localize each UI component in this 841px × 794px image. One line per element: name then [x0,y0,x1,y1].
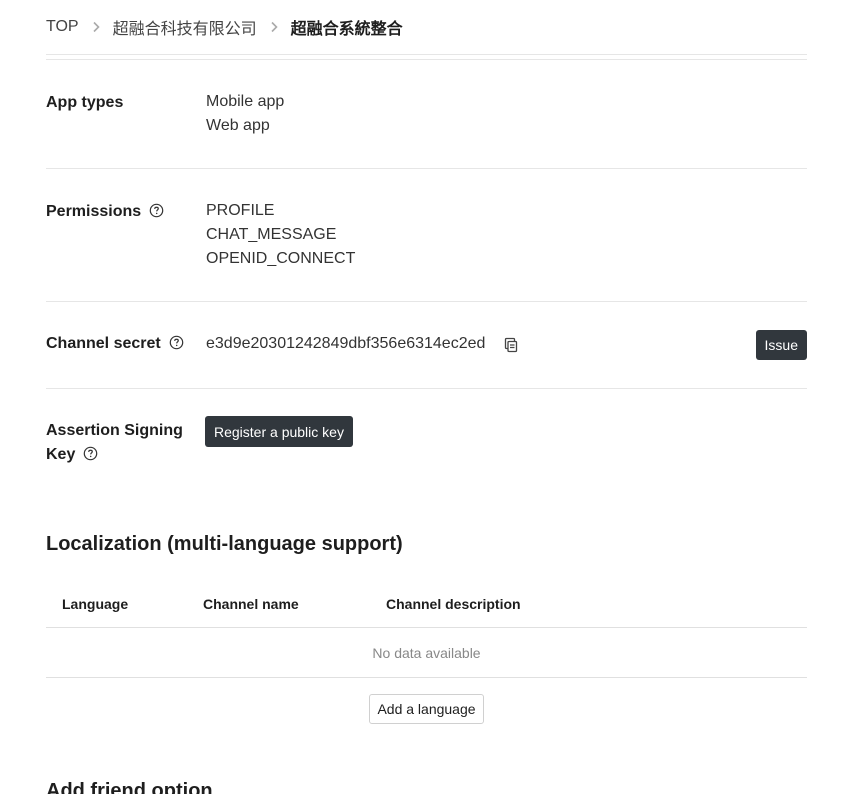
column-header-channel-description: Channel description [386,596,521,612]
breadcrumb: TOP 超融合科技有限公司 超融合系統整合 [46,0,807,55]
permission-item: OPENID_CONNECT [206,250,356,267]
add-friend-option-section-title: Add friend option [46,780,213,794]
app-type-item: Web app [206,117,270,134]
permissions-label-text: Permissions [46,203,142,220]
register-public-key-button[interactable]: Register a public key [205,416,353,447]
issue-secret-button[interactable]: Issue [755,330,807,360]
add-language-button[interactable]: Add a language [369,694,484,724]
assertion-signing-key-row: Assertion Signing Key Register a public … [46,388,807,488]
help-circle-icon[interactable] [149,203,164,218]
permission-item: PROFILE [206,202,275,219]
channel-secret-row: Channel secret e3d9e20301242849dbf356e63… [46,301,807,389]
assertion-signing-key-label: Assertion Signing Key [46,419,196,467]
localization-table: Language Channel name Channel descriptio… [46,581,807,678]
breadcrumb-top-link[interactable]: TOP [46,18,79,36]
app-types-row: App types Mobile app Web app [46,59,807,169]
localization-section-title: Localization (multi-language support) [46,533,403,555]
table-header: Language Channel name Channel descriptio… [46,581,807,628]
channel-secret-label: Channel secret [46,332,196,356]
permissions-row: Permissions PROFILE CHAT_MESSAGE OPENID_… [46,168,807,302]
app-types-label: App types [46,94,124,111]
channel-secret-label-text: Channel secret [46,335,161,352]
permission-item: CHAT_MESSAGE [206,226,337,243]
help-circle-icon[interactable] [169,335,184,350]
assertion-label-line2: Key [46,446,76,463]
app-types-values: Mobile app Web app [206,90,284,138]
permissions-values: PROFILE CHAT_MESSAGE OPENID_CONNECT [206,199,355,271]
app-type-item: Mobile app [206,93,285,110]
permissions-label: Permissions [46,200,196,224]
copy-icon[interactable] [503,337,519,353]
table-empty-state: No data available [46,628,807,678]
breadcrumb-provider-link[interactable]: 超融合科技有限公司 [113,15,257,39]
chevron-right-icon [257,21,291,33]
channel-settings-page: TOP 超融合科技有限公司 超融合系統整合 App types Mobile a… [0,0,841,794]
chevron-right-icon [79,21,113,33]
column-header-channel-name: Channel name [203,596,299,612]
assertion-label-line1: Assertion Signing [46,422,183,439]
breadcrumb-current-channel: 超融合系統整合 [290,21,403,38]
help-circle-icon[interactable] [83,446,98,461]
channel-secret-value: e3d9e20301242849dbf356e6314ec2ed [206,335,486,352]
column-header-language: Language [62,596,129,612]
